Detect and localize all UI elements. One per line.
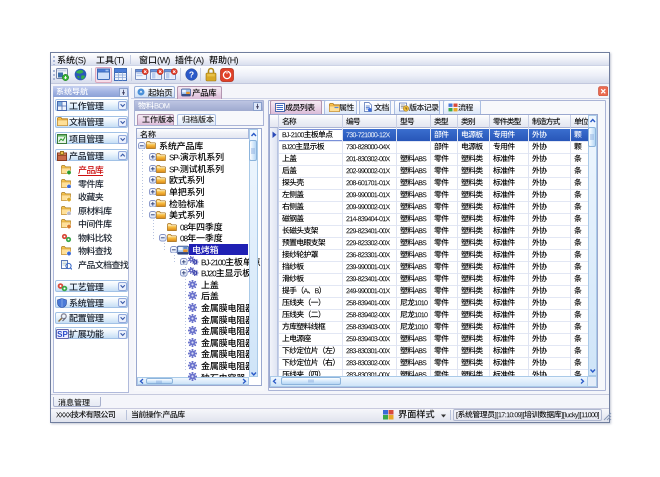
svg-text:?: ?: [189, 69, 194, 79]
svg-text:SP: SP: [57, 330, 68, 339]
